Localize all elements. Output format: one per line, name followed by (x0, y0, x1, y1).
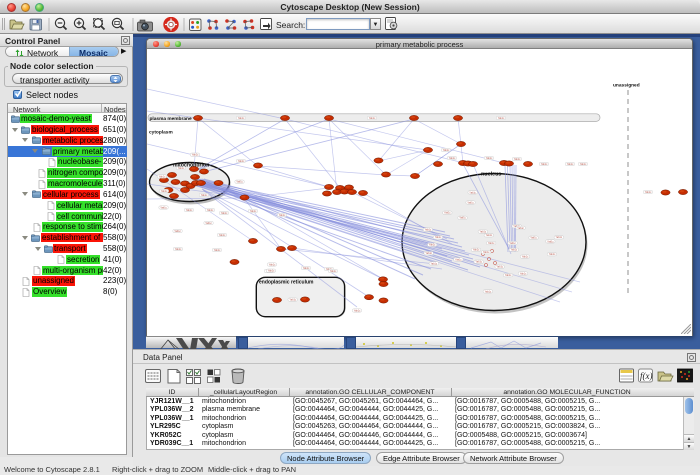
svg-text:unassigned: unassigned (613, 83, 640, 89)
svg-text:Yab1c: Yab1c (580, 163, 587, 166)
svg-text:Yab1c: Yab1c (567, 163, 574, 166)
svg-text:Yab1c: Yab1c (645, 191, 652, 194)
svg-text:f(x): f(x) (640, 371, 653, 381)
